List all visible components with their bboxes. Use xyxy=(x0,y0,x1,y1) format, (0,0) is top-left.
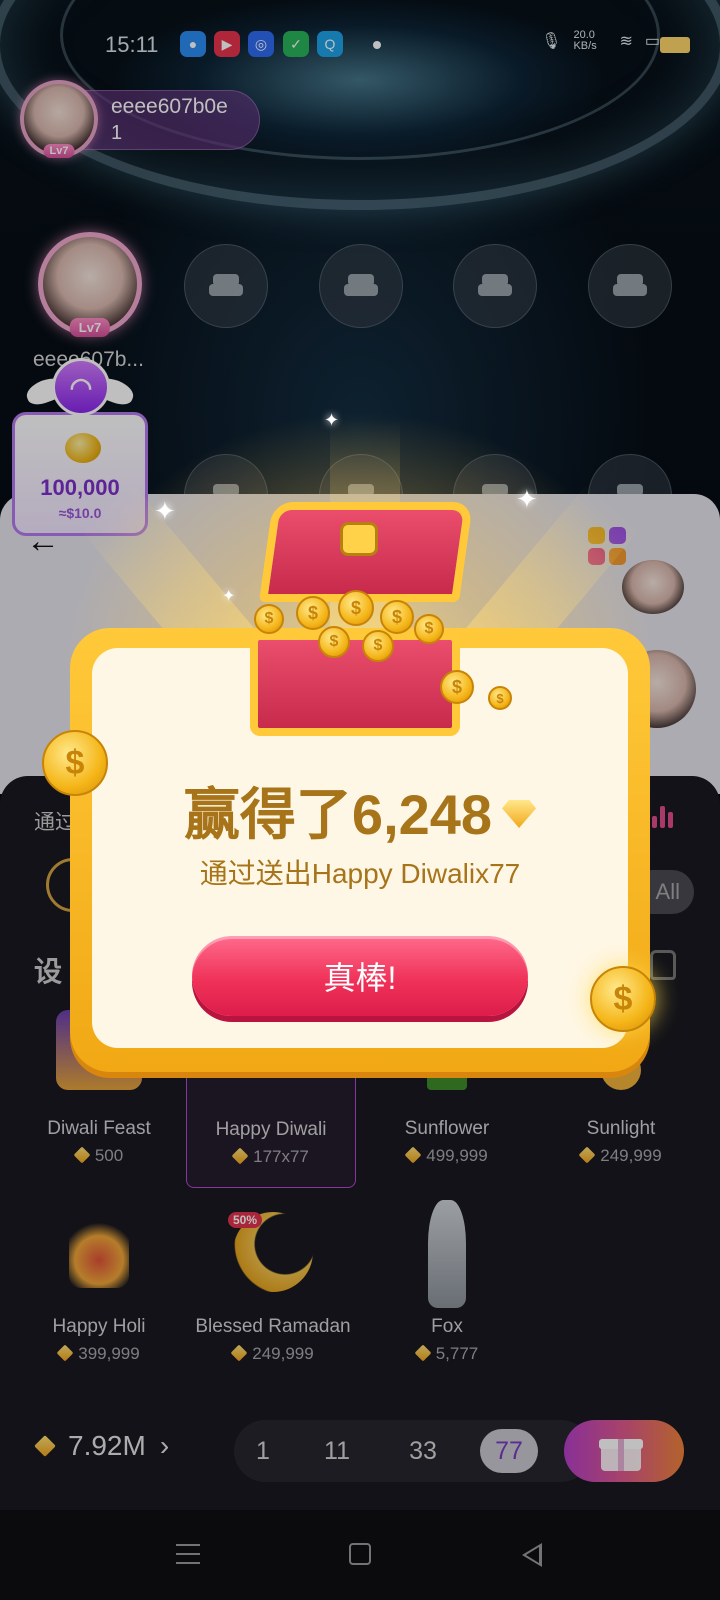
coin-icon: $ xyxy=(296,596,330,630)
sparkle-icon: ✦ xyxy=(324,410,340,430)
coin-icon: $ xyxy=(590,966,656,1032)
coin-icon: $ xyxy=(318,626,350,658)
coin-icon: $ xyxy=(414,614,444,644)
coin-icon: $ xyxy=(380,600,414,634)
sparkle-icon: ✦ xyxy=(516,484,538,514)
coin-icon: $ xyxy=(338,590,374,626)
coin-icon: $ xyxy=(362,630,394,662)
reward-subtitle: 通过送出Happy Diwalix77 xyxy=(199,858,521,889)
reward-title: 赢得了6,248 xyxy=(0,770,720,851)
coin-icon: $ xyxy=(254,604,284,634)
confirm-button[interactable]: 真棒! xyxy=(192,936,528,1016)
sparkle-icon: ✦ xyxy=(154,496,176,526)
diamond-icon xyxy=(502,800,537,828)
sparkle-icon: ✦ xyxy=(222,588,236,605)
reward-amount: 6,248 xyxy=(351,783,493,846)
coin-icon: $ xyxy=(440,670,474,704)
coin-icon: $ xyxy=(488,686,512,710)
